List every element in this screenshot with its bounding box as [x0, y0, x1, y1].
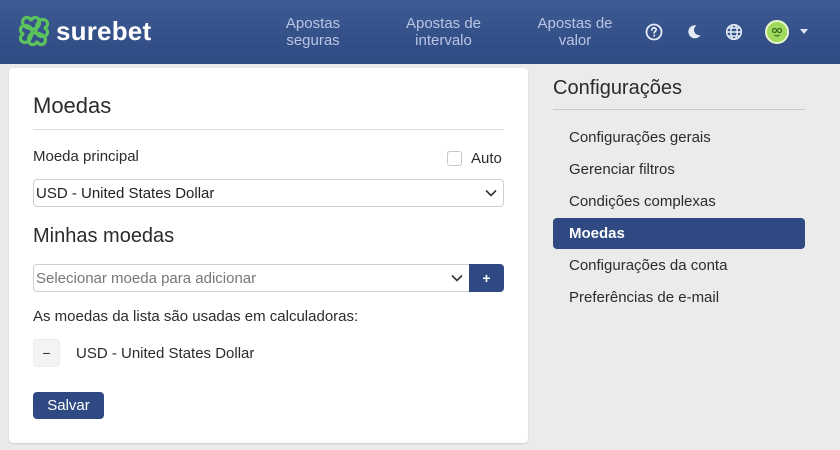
add-currency-select[interactable]: Selecionar moeda para adicionar — [33, 264, 470, 292]
sidebar-item-general-settings[interactable]: Configurações gerais — [553, 122, 805, 153]
chevron-down-icon[interactable] — [800, 29, 808, 34]
moon-icon[interactable] — [684, 22, 704, 42]
main-currency-label: Moeda principal — [33, 148, 139, 165]
sidebar-item-email-preferences[interactable]: Preferências de e-mail — [553, 282, 805, 313]
sidebar-item-account-settings[interactable]: Configurações da conta — [553, 250, 805, 281]
help-icon[interactable] — [644, 22, 664, 42]
add-currency-placeholder: Selecionar moeda para adicionar — [36, 269, 257, 287]
sidebar-title: Configurações — [553, 77, 682, 99]
auto-option[interactable]: Auto — [447, 150, 502, 167]
info-text: As moedas da lista são usadas em calcula… — [33, 308, 359, 325]
auto-label: Auto — [471, 150, 502, 167]
main-currency-select[interactable]: USD - United States Dollar — [33, 179, 504, 207]
sidebar-item-currencies[interactable]: Moedas — [553, 218, 805, 249]
title-divider — [33, 129, 504, 130]
nav-apostas-de-intervalo[interactable]: Apostas de intervalo — [401, 15, 486, 49]
add-currency-button[interactable]: + — [469, 264, 504, 292]
brand-logo[interactable]: surebet — [16, 13, 151, 49]
chevron-down-icon — [451, 274, 463, 282]
remove-currency-button[interactable]: − — [33, 339, 60, 367]
globe-icon[interactable] — [724, 22, 744, 42]
avatar[interactable] — [765, 20, 789, 44]
auto-checkbox[interactable] — [447, 151, 462, 166]
currency-list-item: USD - United States Dollar — [76, 345, 255, 362]
brand-name: surebet — [56, 15, 152, 46]
sidebar-item-complex-conditions[interactable]: Condições complexas — [553, 186, 805, 217]
sidebar-divider — [553, 109, 805, 110]
page-title: Moedas — [33, 93, 112, 118]
user-face-icon — [771, 27, 783, 37]
nav-apostas-de-valor[interactable]: Apostas de valor — [532, 15, 618, 49]
top-header: surebet Apostas seguras Apostas de inter… — [0, 0, 840, 64]
main-currency-value: USD - United States Dollar — [36, 184, 215, 202]
save-button[interactable]: Salvar — [33, 392, 104, 419]
my-currencies-title: Minhas moedas — [33, 225, 175, 247]
sidebar-item-manage-filters[interactable]: Gerenciar filtros — [553, 154, 805, 185]
clover-logo-icon — [18, 15, 50, 47]
nav-apostas-seguras[interactable]: Apostas seguras — [283, 15, 343, 49]
chevron-down-icon — [485, 189, 497, 197]
currencies-card: Moedas Moeda principal Auto USD - United… — [9, 68, 528, 443]
